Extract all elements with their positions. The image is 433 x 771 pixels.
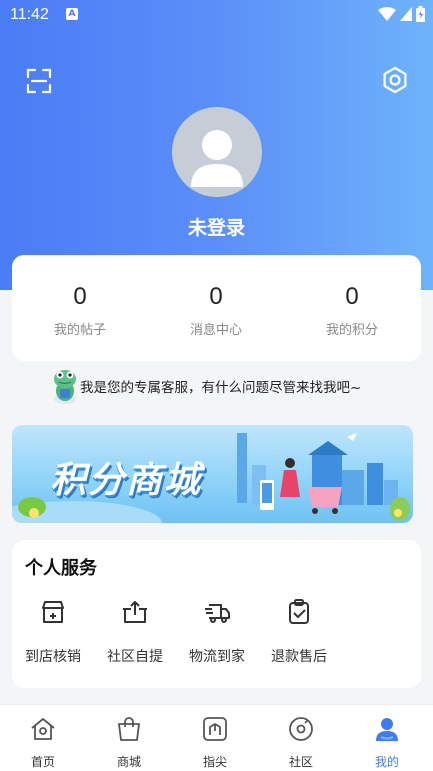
signal-icon: [400, 7, 412, 21]
community-icon: [289, 717, 313, 741]
stat-value: 0: [209, 283, 223, 310]
service-label: 物流到家: [189, 649, 245, 665]
scan-icon: [26, 68, 52, 94]
personal-services-card: 个人服务 到店核销 社区自提 物流到家 退款售后: [12, 540, 421, 688]
stat-my-posts[interactable]: 0 我的帖子: [12, 283, 148, 338]
tab-home[interactable]: 首页: [0, 715, 86, 770]
status-icons: [378, 6, 425, 22]
tab-label: 社区: [288, 755, 313, 769]
stat-message-center[interactable]: 0 消息中心: [148, 283, 284, 338]
refund-clipboard-icon: [289, 599, 309, 624]
scan-button[interactable]: [26, 68, 52, 94]
shop-bag-icon: [118, 717, 140, 741]
customer-service-tip[interactable]: 我是您的专属客服，有什么问题尽管来找我吧~: [50, 366, 361, 406]
tab-label: 指尖: [202, 755, 227, 769]
tab-fingertip[interactable]: 指尖: [172, 715, 258, 770]
notification-badge: A: [66, 8, 78, 20]
stats-card: 0 我的帖子 0 消息中心 0 我的积分: [12, 255, 421, 361]
service-label: 社区自提: [107, 649, 163, 665]
service-label: 到店核销: [25, 649, 81, 665]
service-refund-aftersales[interactable]: 退款售后: [258, 598, 340, 666]
stat-value: 0: [345, 283, 359, 310]
fingertip-icon: [203, 717, 227, 741]
stat-label: 我的帖子: [53, 323, 106, 338]
tab-mine[interactable]: 我的: [344, 715, 430, 770]
tab-community[interactable]: 社区: [258, 715, 344, 770]
customer-service-tip-text: 我是您的专属客服，有什么问题尽管来找我吧~: [80, 380, 362, 396]
service-home-delivery[interactable]: 物流到家: [176, 598, 258, 666]
tab-label: 我的: [374, 755, 399, 769]
wifi-icon: [378, 7, 396, 21]
bottom-tab-bar: 首页 商城 指尖 社区 我的: [0, 704, 433, 771]
delivery-truck-icon: [205, 604, 230, 623]
avatar[interactable]: [172, 107, 262, 197]
tab-label: 商城: [116, 755, 141, 769]
home-icon: [31, 718, 55, 740]
store-icon: [42, 601, 64, 623]
service-store-redemption[interactable]: 到店核销: [12, 598, 94, 666]
pickup-box-icon: [123, 601, 147, 623]
stat-my-points[interactable]: 0 我的积分: [284, 283, 420, 338]
service-community-pickup[interactable]: 社区自提: [94, 598, 176, 666]
settings-button[interactable]: [381, 66, 409, 94]
username[interactable]: 未登录: [0, 213, 433, 240]
stat-value: 0: [73, 283, 87, 310]
mascot-icon: [54, 370, 76, 404]
gear-icon: [383, 66, 407, 94]
services-title: 个人服务: [25, 558, 97, 579]
tab-mall[interactable]: 商城: [86, 715, 172, 770]
stat-label: 消息中心: [189, 323, 242, 338]
battery-icon: [416, 6, 425, 22]
status-time: 11:42: [10, 6, 49, 23]
stat-label: 我的积分: [325, 323, 378, 338]
points-mall-banner[interactable]: 积分商城: [12, 425, 413, 523]
tab-label: 首页: [30, 755, 55, 769]
service-label: 退款售后: [271, 649, 327, 665]
status-bar: 11:42 A: [0, 0, 433, 30]
banner-title: 积分商城: [50, 460, 203, 501]
profile-icon: [376, 718, 398, 741]
default-avatar-icon: [191, 130, 243, 187]
